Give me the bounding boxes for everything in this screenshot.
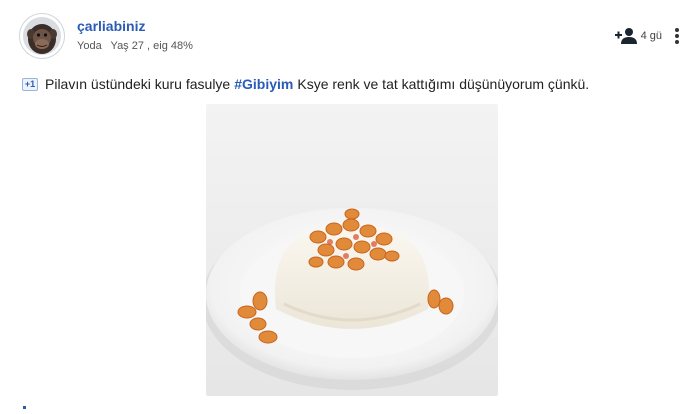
vertical-ellipsis-icon[interactable] [674,27,680,45]
post-text-after: Ksye renk ve tat kattığımı düşünüyorum ç… [297,76,590,92]
post-time: 4 gü [640,30,662,42]
accent-mark-icon [23,406,26,409]
add-person-icon[interactable] [614,27,637,45]
user-rank: Yoda [77,40,102,52]
rice-with-beans-photo [206,104,498,396]
username[interactable]: çarliabiniz [77,18,145,34]
post-tools: 4 gü [614,26,680,46]
hashtag-link[interactable]: #Gibiyim [234,76,293,92]
post-text-before: Pilavın üstündeki kuru fasulye [45,76,231,92]
post-photo[interactable] [206,104,498,396]
user-age: Yaş 27 , eig 48% [110,40,193,52]
avatar[interactable] [20,14,64,58]
post-text: +1 Pilavın üstündeki kuru fasulye #Gibiy… [22,76,589,92]
user-meta: Yoda Yaş 27 , eig 48% [77,40,199,52]
chimp-avatar-icon [23,17,61,55]
post-header: çarliabiniz Yoda Yaş 27 , eig 48% 4 gü [20,12,680,60]
plus-one-badge[interactable]: +1 [22,77,38,91]
